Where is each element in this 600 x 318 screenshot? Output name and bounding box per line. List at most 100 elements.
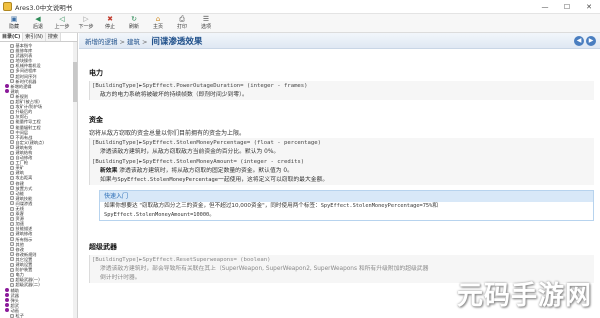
maximize-button[interactable]: ☐ (556, 0, 578, 14)
options-icon: ☰ (202, 15, 210, 23)
toolbar-button-2[interactable]: ◁ 上一步 (50, 14, 74, 33)
money-amount-code: [BuildingType]►SpyEffect.StolenMoneyAmou… (92, 159, 305, 165)
superweapon-description: 渗透该敌方建筑时，部会导致所有关联在其上（SuperWeapon, SuperW… (100, 266, 429, 272)
home-icon: ⌂ (155, 15, 161, 23)
back-icon: ◀ (35, 15, 41, 23)
page-icon (10, 140, 14, 145)
page-icon (10, 125, 14, 130)
money-code-block: [BuildingType]►SpyEffect.StolenMoneyPerc… (89, 138, 594, 185)
previous-topic-icon[interactable]: ◀ (574, 36, 584, 46)
page-icon (10, 247, 14, 252)
toolbar-button-label: 停止 (104, 24, 115, 30)
topic-header: 新增的逻辑 > 建筑 > 间谍渗透效果 ◀ ▶ (79, 33, 600, 49)
book-icon (5, 308, 9, 313)
page-icon (10, 221, 14, 226)
title-bar: Ares3.0中文说明书 — ☐ ✕ (0, 0, 600, 14)
book-icon (5, 303, 9, 308)
page-icon (10, 69, 14, 74)
money-description: 窃将从敌方窃取的资金总量以你们目前拥有的资金为上限。 (89, 130, 246, 137)
toolbar-button-0[interactable]: ▣ 隐藏 (2, 14, 26, 33)
toolbar-button-6[interactable]: ⌂ 主页 (146, 14, 170, 33)
page-icon (10, 257, 14, 262)
page-icon (10, 119, 14, 124)
page-icon (10, 191, 14, 196)
toolbar-button-label: 主页 (152, 24, 163, 30)
page-icon (10, 313, 14, 318)
page-icon (10, 186, 14, 191)
page-icon (10, 145, 14, 150)
toolbar-button-1[interactable]: ◀ 后退 (26, 14, 50, 33)
book-icon (5, 84, 9, 89)
page-icon (10, 181, 14, 186)
toolbar-button-label: 下一步 (78, 24, 94, 30)
page-icon (10, 79, 14, 84)
combined-text-b: 一起使用，这将定义可以窃取的最大金额。 (218, 177, 329, 183)
breadcrumb-item-logic[interactable]: 新增的逻辑 (85, 38, 118, 46)
page-icon (10, 211, 14, 216)
tab-index[interactable]: 索引(N) (23, 33, 46, 41)
book-icon (5, 298, 9, 303)
book-icon (5, 89, 9, 94)
page-icon (10, 216, 14, 221)
breadcrumb-separator: > (119, 37, 125, 46)
page-icon (10, 109, 14, 114)
new-effect-label: 新效果 (100, 168, 118, 174)
tip-text-a: 如果你想要达 "窃取敌方四分之三的资金，但不超过10,000资金"，同时使用两个… (104, 203, 321, 209)
close-button[interactable]: ✕ (578, 0, 600, 14)
sidebar-scroll-thumb[interactable] (73, 62, 77, 102)
page-icon (10, 63, 14, 68)
toolbar-button-label: 刷新 (128, 24, 139, 30)
book-icon (5, 288, 9, 293)
minimize-button[interactable]: — (534, 0, 556, 14)
toolbar: ▣ 隐藏 ◀ 后退 ◁ 上一步 ▷ 下一步 ✖ 停止 ↻ 刷新 ⌂ 主页 ⎙ 打印 ☰ 选项 (0, 14, 600, 33)
quick-start-line-2: SpyEffect.StolenMoneyAmount=10000。 (100, 211, 593, 220)
page-icon (10, 114, 14, 119)
power-code-block: [BuildingType]►SpyEffect.PowerOutageDura… (89, 81, 594, 100)
sidebar: 目录(C) 索引(N) 搜索 基本指令 维修车库 武器列表 地块操作 机械仲裁机设 多间进… (0, 33, 78, 318)
sidebar-scrollbar[interactable] (73, 42, 77, 318)
page-icon (10, 58, 14, 63)
toolbar-button-label: 打印 (176, 24, 187, 30)
quick-start-box: 快速入门 如果你想要达 "窃取敌方四分之三的资金，但不超过10,000资金"，同… (99, 190, 594, 221)
refresh-icon: ↻ (131, 15, 137, 23)
money-percentage-code: [BuildingType]►SpyEffect.StolenMoneyPerc… (92, 140, 322, 146)
prev-step-icon: ◁ (59, 15, 65, 23)
superweapon-code-line: [BuildingType]►SpyEffect.ResetSuperweapo… (92, 257, 271, 263)
topic-nav: ◀ ▶ (574, 36, 596, 46)
breadcrumb-item-building[interactable]: 建筑 (127, 38, 140, 46)
page-icon (10, 206, 14, 211)
page-icon (10, 282, 14, 287)
toolbar-button-7[interactable]: ⎙ 打印 (170, 14, 194, 33)
toolbar-button-4[interactable]: ✖ 停止 (98, 14, 122, 33)
section-power-title: 电力 (89, 69, 103, 77)
power-description: 敌方的电力系统将被破坏的持续帧数（即剂时间少到零）。 (100, 92, 248, 98)
toolbar-button-label: 隐藏 (8, 24, 19, 30)
section-money-title: 资金 (89, 116, 103, 124)
page-icon (10, 252, 14, 257)
power-code-line: [BuildingType]►SpyEffect.PowerOutageDura… (92, 83, 308, 89)
page-icon (10, 155, 14, 160)
page-icon (10, 277, 14, 282)
page-icon (10, 272, 14, 277)
toolbar-button-5[interactable]: ↻ 刷新 (122, 14, 146, 33)
next-step-icon: ▷ (83, 15, 89, 23)
toolbar-button-label: 选项 (200, 24, 211, 30)
tab-contents[interactable]: 目录(C) (0, 33, 24, 41)
sidebar-tabs: 目录(C) 索引(N) 搜索 (0, 33, 77, 42)
breadcrumb: 新增的逻辑 > 建筑 > (85, 36, 149, 46)
tip-text-b: 和 (432, 203, 438, 209)
page-icon (10, 267, 14, 272)
toolbar-button-3[interactable]: ▷ 下一步 (74, 14, 98, 33)
page-icon (10, 94, 14, 99)
page-icon (10, 226, 14, 231)
quick-start-title: 快速入门 (100, 191, 593, 202)
page-icon (10, 135, 14, 140)
money-amount-description: 新效果 渗透该敌方建筑时，将从敌方窃取的固定数量的资金。默认值为 0。 (90, 167, 594, 176)
page-icon (10, 150, 14, 155)
tip-text-end: 。 (209, 212, 215, 218)
toolbar-button-8[interactable]: ☰ 选项 (194, 14, 218, 33)
tab-search[interactable]: 搜索 (45, 33, 61, 41)
content-pane: 新增的逻辑 > 建筑 > 间谍渗透效果 ◀ ▶ 电力 [BuildingType]►S… (79, 33, 600, 318)
page-icon (10, 53, 14, 58)
next-topic-icon[interactable]: ▶ (586, 36, 596, 46)
